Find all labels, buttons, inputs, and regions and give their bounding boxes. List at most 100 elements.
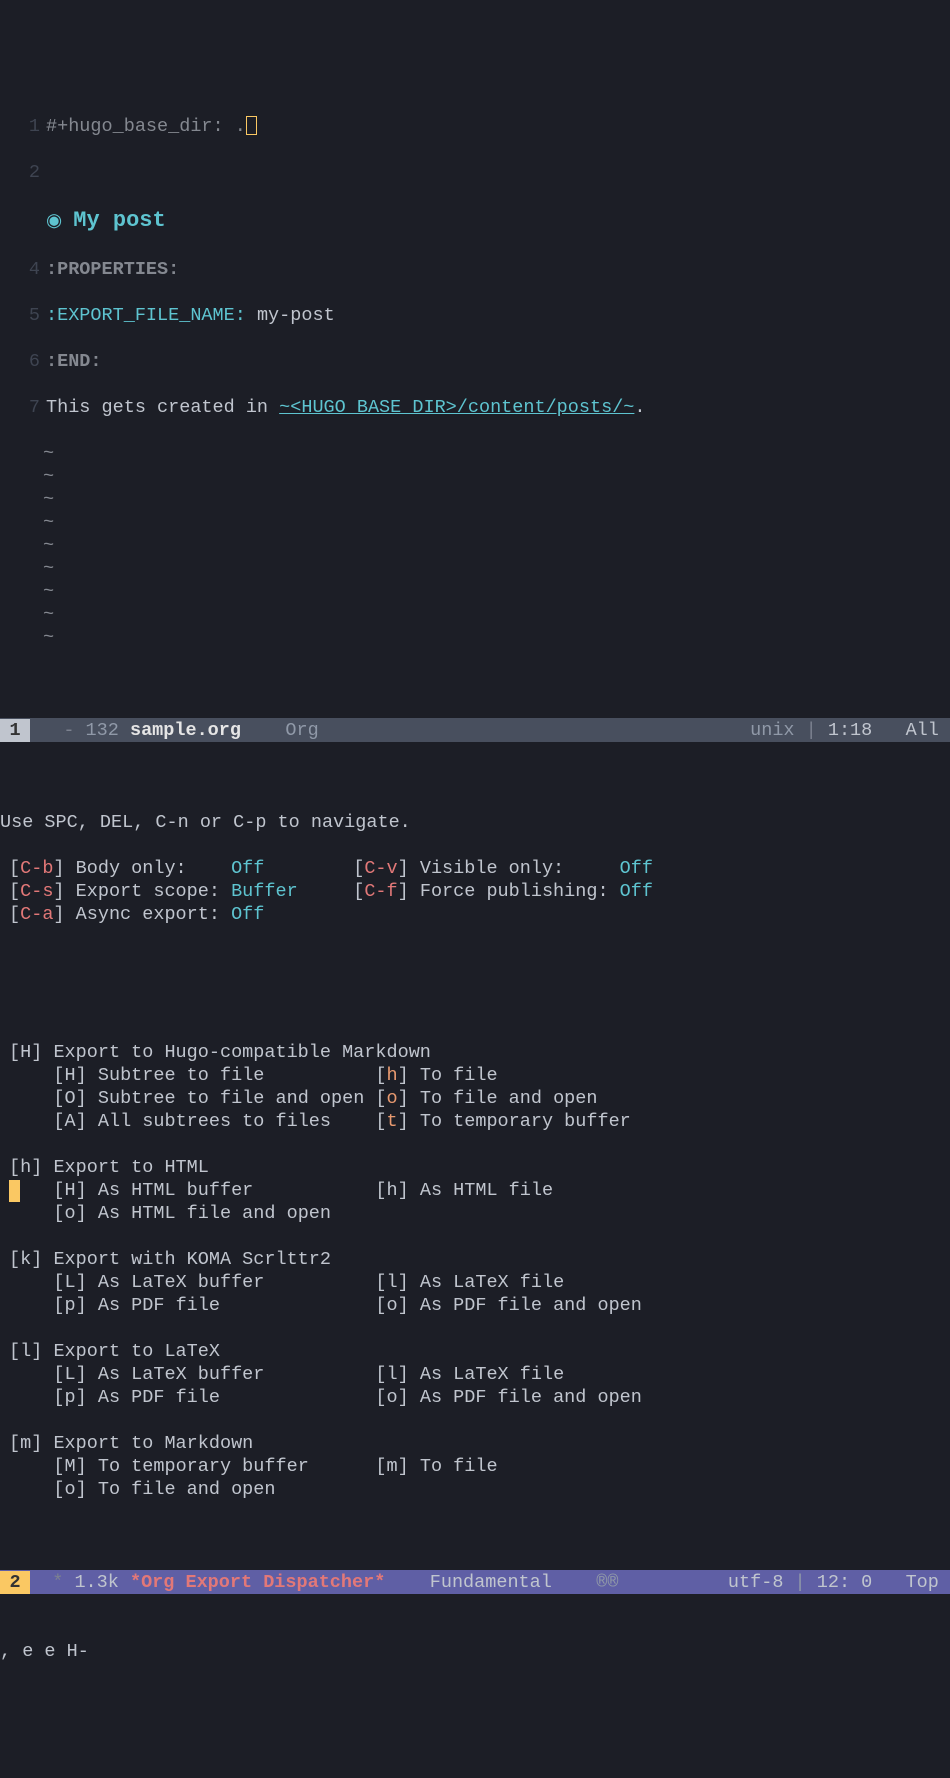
group-title: Export to HTML bbox=[53, 1157, 208, 1178]
export-label: To file and open bbox=[420, 1088, 598, 1109]
export-key[interactable]: L bbox=[65, 1364, 76, 1385]
group-key[interactable]: k bbox=[20, 1249, 31, 1270]
org-heading: My post bbox=[73, 208, 165, 233]
export-label: Subtree to file and open bbox=[98, 1088, 376, 1109]
export-key[interactable]: m bbox=[387, 1456, 398, 1477]
export-label: All subtrees to files bbox=[98, 1111, 376, 1132]
option-key[interactable]: C-v bbox=[364, 858, 397, 879]
export-label: As HTML file and open bbox=[98, 1203, 376, 1224]
option-state: Off bbox=[620, 858, 653, 879]
properties-end: :END: bbox=[46, 351, 102, 372]
line-number: 4 bbox=[0, 258, 46, 281]
group-key[interactable]: H bbox=[20, 1042, 31, 1063]
group-title: Export to Hugo-compatible Markdown bbox=[53, 1042, 430, 1063]
empty-line-tilde: ~ bbox=[0, 558, 54, 579]
editor-pane[interactable]: 1#+hugo_base_dir: . 2 ◉ My post 4:PROPER… bbox=[0, 92, 950, 672]
org-link[interactable]: ~<HUGO_BASE_DIR>/content/posts/~ bbox=[279, 397, 634, 418]
export-key[interactable]: p bbox=[65, 1387, 76, 1408]
export-key[interactable]: t bbox=[387, 1111, 398, 1132]
empty-line-tilde: ~ bbox=[0, 512, 54, 533]
buffer-name: *Org Export Dispatcher* bbox=[130, 1571, 385, 1594]
modeline-top: 1 - 132 sample.org Orgunix | 1:18 All bbox=[0, 718, 950, 742]
option-key[interactable]: C-s bbox=[20, 881, 53, 902]
group-key[interactable]: h bbox=[20, 1157, 31, 1178]
export-key[interactable]: o bbox=[387, 1088, 398, 1109]
export-label: As LaTeX buffer bbox=[98, 1272, 376, 1293]
window-number: 2 bbox=[0, 1571, 30, 1594]
export-label: As LaTeX buffer bbox=[98, 1364, 376, 1385]
cursor bbox=[246, 116, 257, 135]
empty-line-tilde: ~ bbox=[0, 535, 54, 556]
properties-begin: :PROPERTIES: bbox=[46, 259, 179, 280]
modeline-bottom: 2 * 1.3k *Org Export Dispatcher* Fundame… bbox=[0, 1570, 950, 1594]
line-number: 2 bbox=[0, 161, 46, 184]
line-number: 5 bbox=[0, 304, 46, 327]
group-title: Export with KOMA Scrlttr2 bbox=[53, 1249, 331, 1270]
export-label: To temporary buffer bbox=[420, 1111, 631, 1132]
export-label: As PDF file and open bbox=[420, 1295, 642, 1316]
option-key[interactable]: C-f bbox=[364, 881, 397, 902]
body-text: This gets created in bbox=[46, 397, 279, 418]
nav-hint: Use SPC, DEL, C-n or C-p to navigate. bbox=[0, 811, 950, 834]
export-label: As LaTeX file bbox=[420, 1364, 564, 1385]
export-key[interactable]: o bbox=[65, 1203, 76, 1224]
export-key[interactable]: L bbox=[65, 1272, 76, 1293]
property-key: :EXPORT_FILE_NAME: bbox=[46, 305, 246, 326]
group-title: Export to LaTeX bbox=[53, 1341, 220, 1362]
export-key[interactable]: H bbox=[65, 1180, 76, 1201]
export-key[interactable]: h bbox=[387, 1065, 398, 1086]
export-key[interactable]: H bbox=[65, 1065, 76, 1086]
export-label: To file bbox=[420, 1456, 498, 1477]
export-label: As HTML buffer bbox=[98, 1180, 376, 1201]
export-key[interactable]: A bbox=[65, 1111, 76, 1132]
export-label: To file and open bbox=[98, 1479, 376, 1500]
buffer-filename: sample.org bbox=[130, 719, 241, 742]
option-state: Off bbox=[231, 904, 264, 925]
export-label: To file bbox=[420, 1065, 498, 1086]
major-mode: Fundamental bbox=[430, 1571, 552, 1594]
export-label: As PDF file and open bbox=[420, 1387, 642, 1408]
export-label: As LaTeX file bbox=[420, 1272, 564, 1293]
empty-line-tilde: ~ bbox=[0, 604, 54, 625]
window-number: 1 bbox=[0, 719, 30, 742]
export-key[interactable]: o bbox=[387, 1387, 398, 1408]
export-key[interactable]: M bbox=[65, 1456, 76, 1477]
highlight-marker bbox=[9, 1180, 20, 1202]
option-state: Off bbox=[620, 881, 653, 902]
export-label: Subtree to file bbox=[98, 1065, 376, 1086]
hugo-directive: #+hugo_base_dir: . bbox=[46, 116, 246, 137]
export-label: To temporary buffer bbox=[98, 1456, 376, 1477]
empty-line-tilde: ~ bbox=[0, 443, 54, 464]
empty-line-tilde: ~ bbox=[0, 466, 54, 487]
registered-icon: ®® bbox=[596, 1571, 618, 1594]
option-state: Buffer bbox=[231, 881, 298, 902]
export-label: As PDF file bbox=[98, 1387, 376, 1408]
empty-line-tilde: ~ bbox=[0, 627, 54, 648]
empty-line-tilde: ~ bbox=[0, 489, 54, 510]
export-label: As PDF file bbox=[98, 1295, 376, 1316]
export-key[interactable]: p bbox=[65, 1295, 76, 1316]
export-dispatcher[interactable]: Use SPC, DEL, C-n or C-p to navigate. [C… bbox=[0, 788, 950, 1524]
option-key[interactable]: C-a bbox=[20, 904, 53, 925]
property-value: my-post bbox=[257, 305, 335, 326]
major-mode: Org bbox=[285, 719, 318, 742]
export-key[interactable]: o bbox=[65, 1479, 76, 1500]
group-title: Export to Markdown bbox=[53, 1433, 253, 1454]
option-key[interactable]: C-b bbox=[20, 858, 53, 879]
echo-area: , e e H- bbox=[0, 1640, 950, 1663]
group-key[interactable]: m bbox=[20, 1433, 31, 1454]
org-bullet-icon: ◉ bbox=[46, 211, 62, 232]
export-key[interactable]: l bbox=[387, 1364, 398, 1385]
line-number: 6 bbox=[0, 350, 46, 373]
export-key[interactable]: O bbox=[65, 1088, 76, 1109]
line-number: 7 bbox=[0, 396, 46, 419]
export-key[interactable]: o bbox=[387, 1295, 398, 1316]
group-key[interactable]: l bbox=[20, 1341, 31, 1362]
empty-line-tilde: ~ bbox=[0, 581, 54, 602]
option-state: Off bbox=[231, 858, 264, 879]
export-key[interactable]: l bbox=[387, 1272, 398, 1293]
line-number: 1 bbox=[0, 115, 46, 138]
export-label: As HTML file bbox=[420, 1180, 553, 1201]
body-text: . bbox=[634, 397, 645, 418]
export-key[interactable]: h bbox=[387, 1180, 398, 1201]
